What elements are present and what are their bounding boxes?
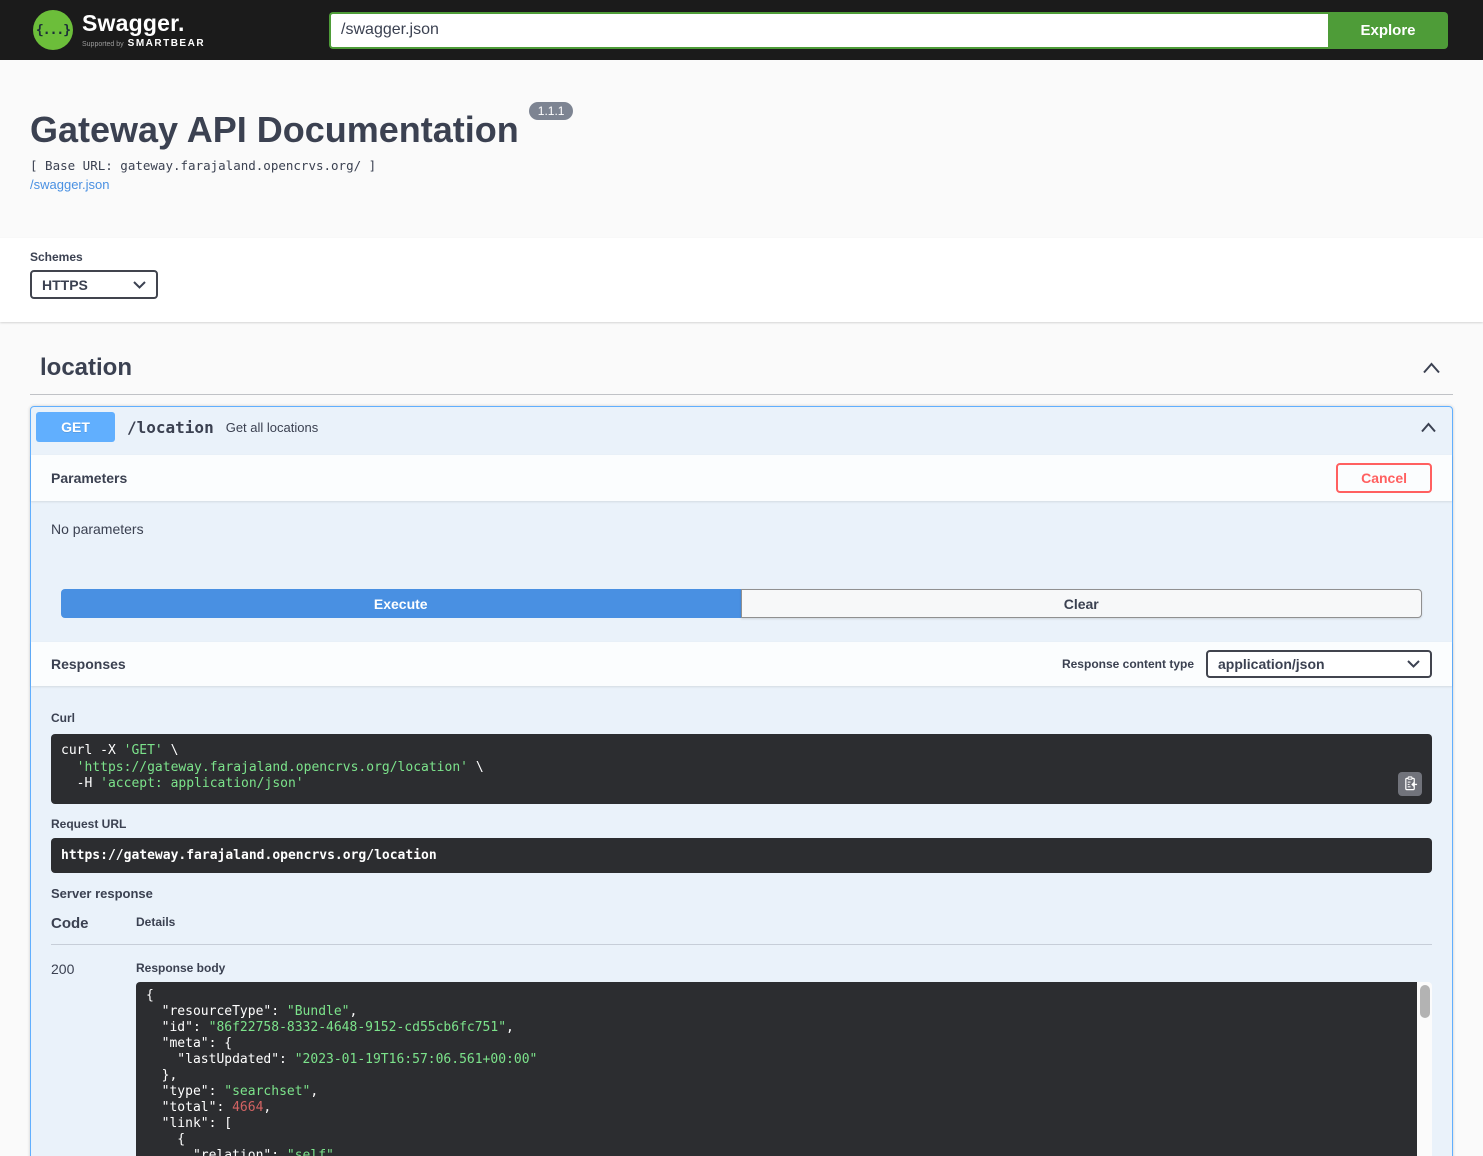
operation-summary-row[interactable]: GET /location Get all locations xyxy=(31,407,1452,447)
curl-command: curl -X 'GET' \ 'https://gateway.farajal… xyxy=(51,734,1432,804)
code-column-header: Code xyxy=(51,915,136,945)
scrollbar-thumb[interactable] xyxy=(1420,985,1430,1018)
version-badge: 1.1.1 xyxy=(529,102,574,120)
operations-wrapper: location GET /location Get all locations… xyxy=(0,342,1483,1156)
copy-to-clipboard-button[interactable] xyxy=(1398,772,1422,796)
response-content-type-label: Response content type xyxy=(1062,657,1194,671)
base-url: [ Base URL: gateway.farajaland.opencrvs.… xyxy=(30,158,1453,173)
responses-header: Responses Response content type applicat… xyxy=(31,642,1452,686)
response-status-code: 200 xyxy=(51,945,136,1156)
spec-url-form: Explore xyxy=(329,12,1448,49)
schemes-select[interactable]: HTTPS xyxy=(30,270,158,299)
cancel-button[interactable]: Cancel xyxy=(1336,463,1432,493)
curl-label: Curl xyxy=(51,711,1432,725)
clear-button[interactable]: Clear xyxy=(741,589,1423,618)
parameters-title: Parameters xyxy=(51,470,127,486)
response-details-cell: Response body { "resourceType": "Bundle"… xyxy=(136,945,1432,1156)
parameters-header: Parameters Cancel xyxy=(31,455,1452,501)
response-content-type-group: Response content type application/json xyxy=(1062,650,1432,678)
tagline-brand: SMARTBEAR xyxy=(128,38,205,49)
clipboard-copy-icon xyxy=(1403,776,1418,791)
operation-summary: Get all locations xyxy=(226,420,1418,435)
server-response-label: Server response xyxy=(51,886,1432,901)
page-title: Gateway API Documentation1.1.1 xyxy=(30,112,1453,148)
execute-button[interactable]: Execute xyxy=(61,589,741,618)
responses-inner: Curl curl -X 'GET' \ 'https://gateway.fa… xyxy=(31,686,1452,1156)
spec-url-input[interactable] xyxy=(329,12,1328,49)
response-body-block: { "resourceType": "Bundle", "id": "86f22… xyxy=(136,982,1432,1156)
chevron-down-icon xyxy=(133,281,146,289)
response-content-type-value: application/json xyxy=(1218,656,1325,672)
swagger-logo-text: Swagger. xyxy=(82,12,205,35)
api-info-section: Gateway API Documentation1.1.1 [ Base UR… xyxy=(0,60,1483,238)
swagger-logo-icon: {...} xyxy=(33,10,73,50)
chevron-down-icon xyxy=(1407,660,1420,668)
swagger-logo: {...} Swagger. Supported by SMARTBEAR xyxy=(33,10,205,50)
responses-title: Responses xyxy=(51,656,126,672)
chevron-up-icon xyxy=(1420,422,1437,433)
details-column-header: Details xyxy=(136,915,1432,945)
tag-title: location xyxy=(40,354,132,382)
page-title-text: Gateway API Documentation xyxy=(30,109,519,150)
no-parameters-text: No parameters xyxy=(31,501,1452,551)
response-body-label: Response body xyxy=(136,961,1432,975)
spec-json-link[interactable]: /swagger.json xyxy=(30,177,110,192)
chevron-up-icon xyxy=(1422,362,1441,374)
operation-collapse-button[interactable] xyxy=(1418,420,1439,435)
explore-button[interactable]: Explore xyxy=(1328,12,1448,49)
operation-path: /location xyxy=(127,418,214,437)
server-response-table: Code Details 200 Response body { "resour… xyxy=(51,915,1432,1156)
response-content-type-select[interactable]: application/json xyxy=(1206,650,1432,678)
schemes-label: Schemes xyxy=(30,250,1453,264)
opblock-get-location: GET /location Get all locations Paramete… xyxy=(30,406,1453,1156)
scheme-container: Schemes HTTPS xyxy=(0,238,1483,322)
curl-block: curl -X 'GET' \ 'https://gateway.farajal… xyxy=(51,734,1432,804)
smartbear-tagline: Supported by SMARTBEAR xyxy=(82,38,205,49)
request-url-value: https://gateway.farajaland.opencrvs.org/… xyxy=(51,838,1432,873)
tagline-prefix: Supported by xyxy=(82,41,124,48)
schemes-selected-value: HTTPS xyxy=(42,277,88,293)
get-method-badge: GET xyxy=(36,412,115,442)
execute-button-group: Execute Clear xyxy=(31,551,1452,634)
response-body-json: { "resourceType": "Bundle", "id": "86f22… xyxy=(136,982,1417,1156)
tag-header-location[interactable]: location xyxy=(30,342,1453,395)
request-url-label: Request URL xyxy=(51,817,1432,831)
topbar: {...} Swagger. Supported by SMARTBEAR Ex… xyxy=(0,0,1483,60)
tag-collapse-button[interactable] xyxy=(1420,360,1443,376)
response-body-scrollbar[interactable] xyxy=(1417,982,1432,1156)
